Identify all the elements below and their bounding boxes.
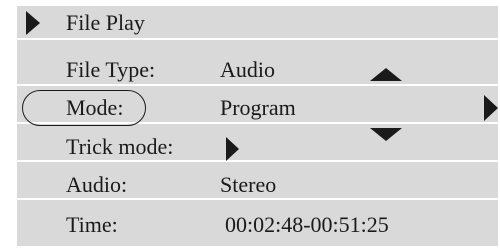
mode-value: Program: [220, 95, 296, 120]
triangle-right-icon[interactable]: [484, 95, 498, 121]
audio-label: Audio:: [66, 172, 128, 197]
trick-mode-label: Trick mode:: [66, 134, 174, 159]
triangle-up-icon[interactable]: [370, 68, 402, 81]
file-type-label: File Type:: [66, 57, 156, 82]
file-type-value: Audio: [220, 57, 275, 82]
triangle-down-icon[interactable]: [370, 128, 402, 141]
time-label: Time:: [66, 212, 118, 237]
trick-mode-submenu-icon[interactable]: [226, 137, 239, 161]
mode-label: Mode:: [66, 95, 124, 120]
play-triangle-icon: [26, 11, 40, 35]
audio-value: Stereo: [220, 172, 277, 197]
time-value: 00:02:48-00:51:25: [225, 212, 389, 237]
menu-title: File Play: [66, 10, 145, 35]
